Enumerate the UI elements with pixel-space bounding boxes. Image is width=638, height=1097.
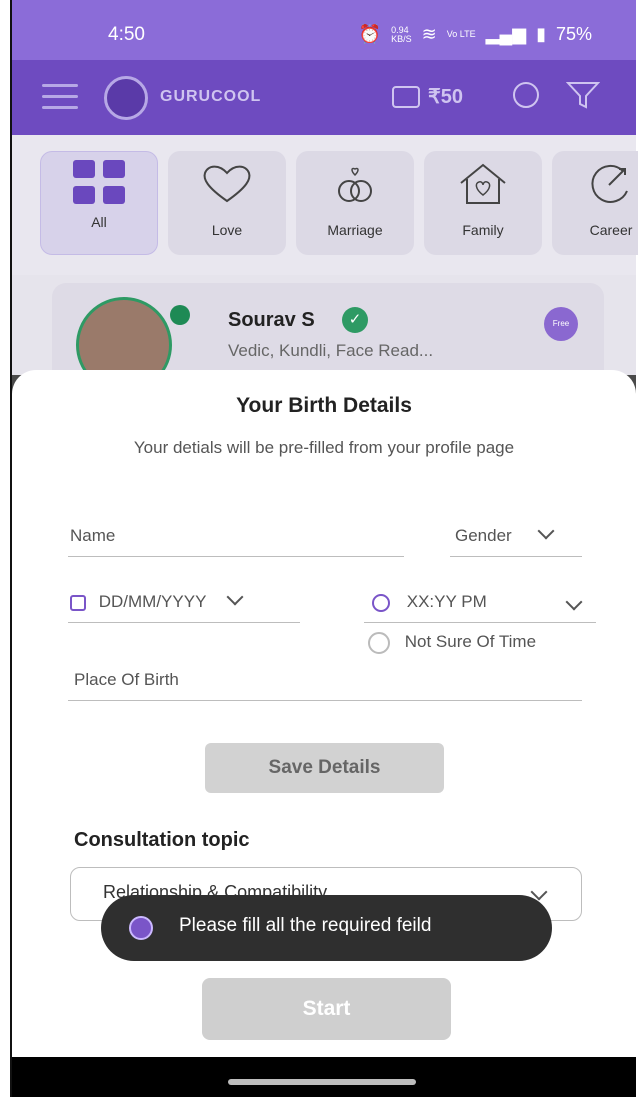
time-underline bbox=[364, 622, 596, 623]
battery-level: 75% bbox=[555, 24, 592, 44]
heart-icon bbox=[203, 165, 251, 203]
name-field[interactable]: Name bbox=[70, 526, 115, 546]
verified-badge-icon: ✓ bbox=[342, 307, 368, 333]
filter-icon[interactable] bbox=[566, 80, 600, 110]
category-marriage[interactable]: Marriage bbox=[296, 151, 414, 255]
volte-label: Vo LTE bbox=[446, 29, 476, 39]
chevron-down-icon bbox=[537, 522, 555, 540]
toast-message: Please fill all the required feild bbox=[179, 915, 432, 936]
category-row: All Love Marriage Family Career bbox=[12, 135, 638, 275]
consultation-topic-heading: Consultation topic bbox=[74, 829, 250, 851]
date-placeholder: DD/MM/YYYY bbox=[98, 592, 207, 611]
status-icons: ⏰ 0.94 KB/S ≋ Vo LTE ▂▄▆ ▮ 75% bbox=[359, 24, 592, 45]
system-nav-bar bbox=[12, 1057, 636, 1097]
home-gesture-handle[interactable] bbox=[228, 1079, 416, 1085]
search-icon[interactable] bbox=[513, 82, 539, 108]
start-button[interactable]: Start bbox=[202, 978, 451, 1040]
category-label: Career bbox=[589, 222, 633, 238]
house-icon bbox=[460, 163, 506, 204]
not-sure-label: Not Sure Of Time bbox=[404, 632, 537, 652]
time-placeholder: XX:YY PM bbox=[406, 592, 487, 611]
not-sure-time-option[interactable]: Not Sure Of Time bbox=[368, 632, 536, 654]
gender-underline bbox=[450, 556, 582, 557]
date-field[interactable]: DD/MM/YYYY bbox=[70, 588, 244, 612]
clock-icon bbox=[372, 593, 390, 612]
category-label: Marriage bbox=[327, 222, 383, 238]
app-header: GURUCOOL ₹50 bbox=[12, 60, 636, 135]
category-all[interactable]: All bbox=[40, 151, 158, 255]
battery-icon: ▮ bbox=[536, 24, 546, 44]
name-underline bbox=[68, 556, 404, 557]
screen: 4:50 ⏰ 0.94 KB/S ≋ Vo LTE ▂▄▆ ▮ 75% GURU… bbox=[0, 0, 638, 1097]
net-speed-unit: KB/S bbox=[391, 33, 412, 44]
sheet-title: Your Birth Details bbox=[236, 394, 412, 417]
astrologer-list: Sourav S ✓ Vedic, Kundli, Face Read... F… bbox=[12, 275, 636, 393]
category-label: Love bbox=[211, 222, 243, 238]
sheet-subtitle: Your detials will be pre-filled from you… bbox=[133, 438, 515, 457]
error-toast: Please fill all the required feild bbox=[101, 895, 552, 961]
time-field[interactable]: XX:YY PM bbox=[372, 592, 583, 612]
status-bar: 4:50 ⏰ 0.94 KB/S ≋ Vo LTE ▂▄▆ ▮ 75% bbox=[12, 0, 636, 60]
category-family[interactable]: Family bbox=[424, 151, 542, 255]
chevron-down-icon bbox=[226, 588, 244, 606]
radio-button[interactable] bbox=[368, 632, 390, 654]
place-of-birth-field[interactable]: Place Of Birth bbox=[74, 670, 179, 690]
category-career[interactable]: Career bbox=[552, 151, 638, 255]
category-love[interactable]: Love bbox=[168, 151, 286, 255]
wallet-icon bbox=[392, 85, 420, 108]
save-details-button[interactable]: Save Details bbox=[205, 743, 444, 793]
wifi-icon: ≋ bbox=[421, 24, 437, 44]
calendar-icon bbox=[70, 594, 86, 611]
status-time: 4:50 bbox=[108, 24, 145, 45]
rings-icon bbox=[338, 167, 372, 202]
brand-name: GURUCOOL bbox=[160, 88, 262, 105]
free-badge: Free bbox=[544, 307, 578, 341]
wallet-amount: ₹50 bbox=[428, 86, 463, 108]
net-speed: 0.94 KB/S bbox=[391, 25, 412, 44]
place-underline bbox=[68, 700, 582, 701]
category-label: Family bbox=[462, 222, 504, 238]
gurucool-logo-icon bbox=[129, 916, 153, 940]
left-edge-strip bbox=[0, 0, 12, 1097]
chevron-down-icon bbox=[565, 593, 583, 611]
career-icon bbox=[591, 164, 628, 203]
online-indicator bbox=[170, 305, 190, 325]
date-underline bbox=[68, 622, 300, 623]
alarm-icon: ⏰ bbox=[358, 24, 382, 44]
signal-icon: ▂▄▆ bbox=[485, 24, 527, 44]
astrologer-name: Sourav S bbox=[228, 309, 315, 331]
grid-icon bbox=[73, 160, 125, 204]
astrologer-skills: Vedic, Kundli, Face Read... bbox=[228, 341, 434, 360]
category-label: All bbox=[91, 214, 107, 230]
gurucool-logo-icon bbox=[104, 76, 148, 120]
hamburger-menu-icon[interactable] bbox=[42, 84, 78, 110]
gender-placeholder: Gender bbox=[455, 526, 512, 545]
gender-select[interactable]: Gender bbox=[455, 522, 555, 546]
wallet-button[interactable]: ₹50 bbox=[392, 84, 463, 109]
